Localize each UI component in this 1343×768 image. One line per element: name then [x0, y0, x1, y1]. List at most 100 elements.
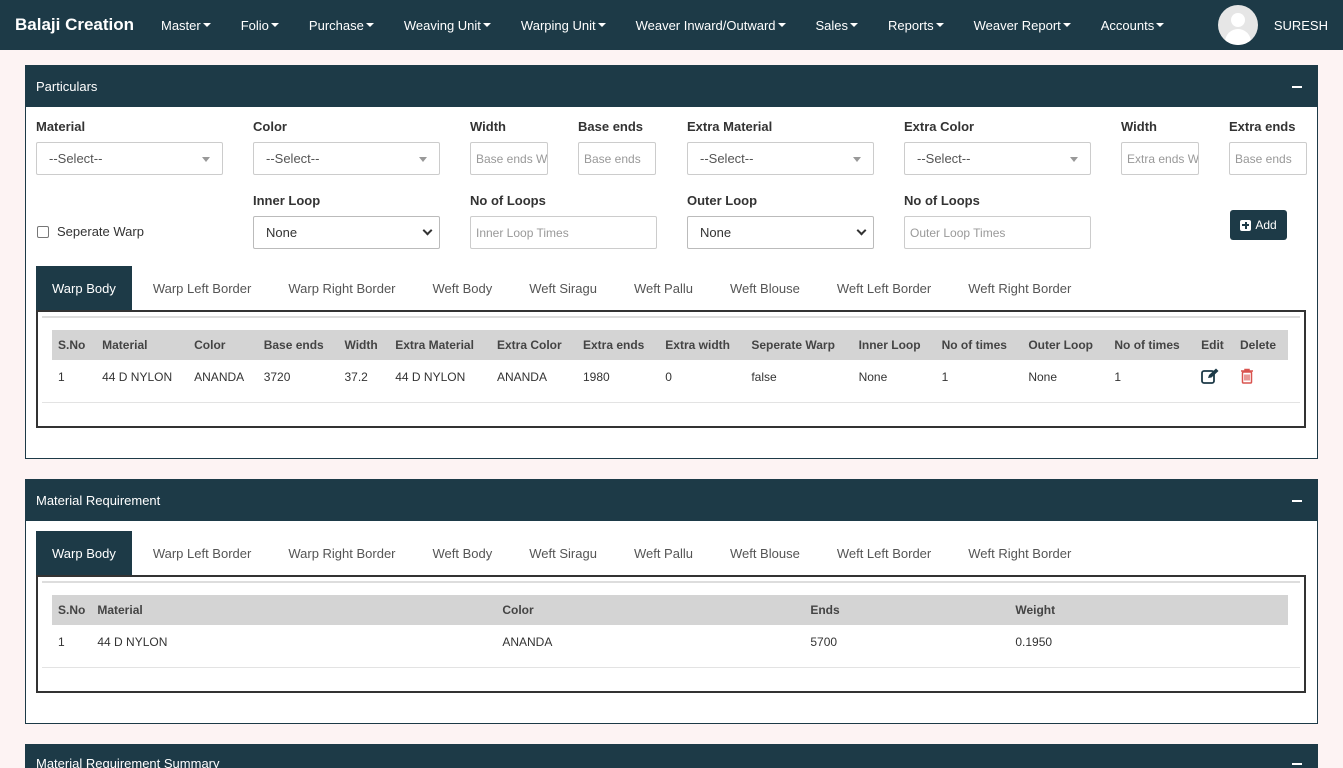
trash-icon[interactable] — [1240, 368, 1254, 384]
color-select[interactable]: --Select-- — [253, 142, 440, 175]
cell-edit — [1195, 360, 1234, 394]
tab-weft-siragu[interactable]: Weft Siragu — [513, 266, 613, 310]
col-color: Color — [496, 595, 805, 625]
inner-loop-label: Inner Loop — [253, 193, 321, 208]
material-select[interactable]: --Select-- — [36, 142, 223, 175]
tab-warp-left-border[interactable]: Warp Left Border — [137, 266, 268, 310]
checkbox-box[interactable] — [37, 225, 49, 238]
caret-down-icon — [1156, 23, 1165, 27]
user-menu[interactable]: SURESH — [1217, 0, 1343, 50]
tab-warp-left-border[interactable]: Warp Left Border — [137, 531, 268, 575]
col-color: Color — [188, 330, 258, 360]
inner-loop-times-input[interactable]: Inner Loop Times — [470, 216, 657, 249]
base-ends-input[interactable]: Base ends — [578, 142, 656, 175]
col-material: Material — [96, 330, 189, 360]
cell-delete — [1234, 360, 1288, 394]
menu-label: Weaver Inward/Outward — [635, 17, 776, 33]
menu-weaving-unit[interactable]: Weaving Unit — [404, 18, 491, 33]
col-delete: Delete — [1234, 330, 1288, 360]
menu-master[interactable]: Master — [161, 18, 211, 33]
extra-ends-label: Extra ends — [1229, 119, 1296, 134]
tab-weft-pallu[interactable]: Weft Pallu — [618, 266, 709, 310]
caret-down-icon — [270, 23, 279, 27]
username[interactable]: SURESH — [1274, 18, 1328, 33]
col-edit: Edit — [1195, 330, 1235, 360]
collapse-icon[interactable] — [1292, 499, 1302, 502]
tab-weft-left-border[interactable]: Weft Left Border — [821, 531, 947, 575]
menu-label: Master — [161, 17, 201, 33]
caret-down-icon — [1062, 23, 1071, 27]
select-value: --Select-- — [917, 151, 971, 166]
caret-down-icon — [202, 23, 211, 27]
tab-weft-pallu[interactable]: Weft Pallu — [618, 531, 709, 575]
add-button[interactable]: Add — [1230, 210, 1287, 240]
cell-material: 44 D NYLON — [97, 635, 168, 649]
menu-label: Sales — [815, 17, 849, 33]
menu-accounts[interactable]: Accounts — [1100, 17, 1165, 33]
tab-weft-blouse[interactable]: Weft Blouse — [714, 531, 816, 575]
cell-extra-color: ANANDA — [496, 370, 547, 384]
row-divider — [42, 667, 1300, 668]
caret-down-icon — [365, 23, 374, 27]
menu-label: Purchase — [308, 17, 364, 33]
brand-logo[interactable]: Balaji Creation — [15, 15, 161, 35]
tab-weft-right-border[interactable]: Weft Right Border — [952, 531, 1087, 575]
particulars-tabs: Warp Body Warp Left Border Warp Right Bo… — [36, 266, 1092, 310]
tab-warp-body[interactable]: Warp Body — [36, 266, 132, 310]
menu-reports[interactable]: Reports — [888, 18, 944, 33]
tab-weft-body[interactable]: Weft Body — [417, 266, 509, 310]
col-width: Width — [338, 330, 390, 360]
width-input[interactable]: Base ends W — [470, 142, 548, 175]
tab-weft-siragu[interactable]: Weft Siragu — [513, 531, 613, 575]
extra-color-select[interactable]: --Select-- — [904, 142, 1091, 175]
tab-warp-body[interactable]: Warp Body — [36, 531, 132, 575]
menu-label: Weaver Report — [973, 17, 1061, 33]
panel-title: Material Requirement Summary — [36, 756, 220, 768]
col-weight: Weight — [1009, 595, 1288, 625]
select-value: --Select-- — [700, 151, 754, 166]
table-header-row: S.No Material Color Base ends Width Extr… — [52, 330, 1288, 360]
menu-weaver-inward-outward[interactable]: Weaver Inward/Outward — [636, 18, 786, 33]
caret-down-icon — [482, 23, 491, 27]
tab-weft-left-border[interactable]: Weft Left Border — [821, 266, 947, 310]
extra-ends-input[interactable]: Base ends — [1229, 142, 1307, 175]
width-label: Width — [470, 119, 506, 134]
separate-warp-checkbox[interactable]: Seperate Warp — [37, 224, 144, 239]
extra-width-label: Width — [1121, 119, 1157, 134]
outer-no-loops-label: No of Loops — [904, 193, 980, 208]
col-outer-loop: Outer Loop — [1022, 330, 1109, 360]
col-sno: S.No — [52, 595, 92, 625]
menu-warping-unit[interactable]: Warping Unit — [521, 18, 606, 33]
menu-weaver-report[interactable]: Weaver Report — [974, 18, 1071, 33]
extra-width-input[interactable]: Extra ends W — [1121, 142, 1199, 175]
tab-weft-right-border[interactable]: Weft Right Border — [952, 266, 1087, 310]
collapse-icon[interactable] — [1292, 85, 1302, 88]
menu-sales[interactable]: Sales — [816, 18, 859, 33]
edit-icon[interactable] — [1201, 368, 1219, 384]
tab-warp-right-border[interactable]: Warp Right Border — [272, 531, 411, 575]
button-label: Add — [1255, 218, 1277, 232]
menu-label: Reports — [888, 17, 934, 33]
tab-warp-right-border[interactable]: Warp Right Border — [272, 266, 411, 310]
tab-weft-blouse[interactable]: Weft Blouse — [714, 266, 816, 310]
menu-label: Accounts — [1100, 17, 1155, 33]
plus-square-icon — [1240, 219, 1252, 231]
outer-loop-select[interactable]: None — [687, 216, 874, 249]
outer-loop-label: Outer Loop — [687, 193, 758, 208]
inner-loop-select[interactable]: None — [253, 216, 440, 249]
extra-material-select[interactable]: --Select-- — [687, 142, 874, 175]
menu-folio[interactable]: Folio — [241, 18, 279, 33]
col-separate-warp: Seperate Warp — [745, 330, 853, 360]
chevron-down-icon — [422, 225, 433, 236]
cell-width: 37.2 — [344, 370, 368, 384]
select-value: None — [700, 225, 732, 240]
tab-weft-body[interactable]: Weft Body — [417, 531, 509, 575]
cell-extra-material: 44 D NYLON — [395, 370, 466, 384]
material-requirement-panel: Material Requirement Warp Body Warp Left… — [25, 479, 1318, 724]
panel-title: Particulars — [36, 79, 98, 94]
avatar-icon[interactable] — [1217, 5, 1258, 45]
collapse-icon[interactable] — [1292, 763, 1302, 765]
menu-purchase[interactable]: Purchase — [309, 18, 374, 33]
outer-loop-times-input[interactable]: Outer Loop Times — [904, 216, 1091, 249]
summary-header: Material Requirement Summary — [26, 745, 1317, 768]
